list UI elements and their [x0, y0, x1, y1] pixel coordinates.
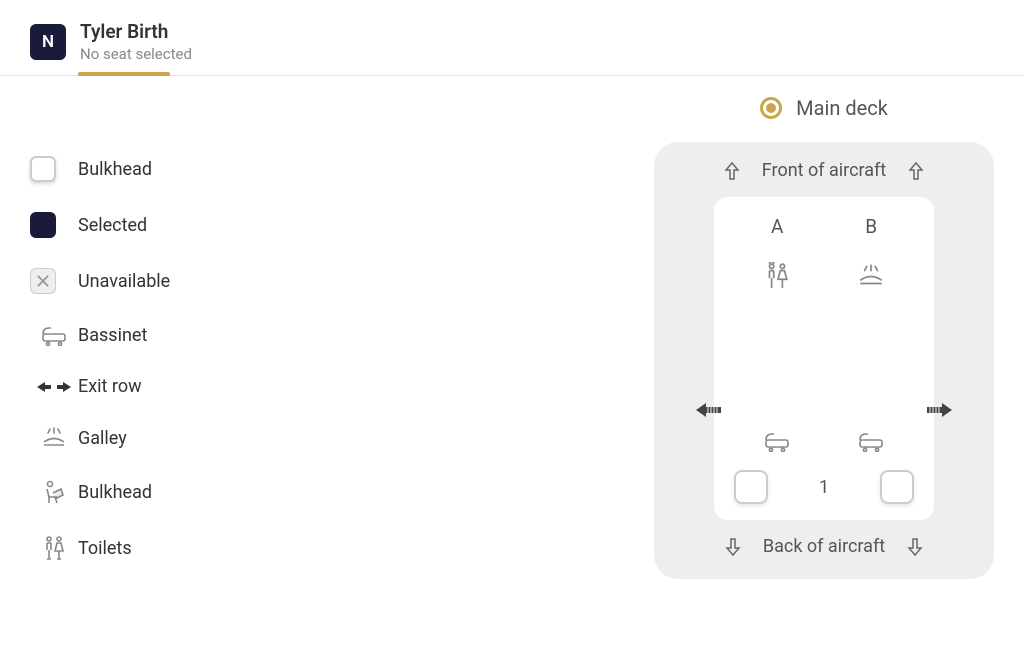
deck-radio-selected-icon: [760, 97, 782, 119]
column-headers: A B: [730, 215, 918, 238]
legend-unavailable: Unavailable: [30, 268, 420, 294]
legend-toilets-label: Toilets: [78, 538, 132, 559]
passenger-name: Tyler Birth: [80, 20, 192, 43]
galley-icon: [30, 427, 78, 449]
cabin: A B: [714, 197, 934, 520]
unavailable-swatch-icon: [30, 268, 56, 294]
bassinet-icon: [762, 430, 792, 452]
deck-selector[interactable]: Main deck: [654, 96, 994, 120]
bassinet-icon: [30, 324, 78, 346]
row-number: 1: [819, 477, 829, 498]
deck-panel: Main deck Front of aircraft A B: [654, 96, 994, 591]
toilets-icon: [763, 262, 791, 290]
column-header-b: B: [865, 215, 877, 238]
passenger-info: Tyler Birth No seat selected: [80, 20, 192, 63]
column-header-a: A: [771, 215, 783, 238]
exit-arrow-left-icon: [696, 401, 722, 419]
exit-row-icon: [30, 379, 78, 395]
back-label-text: Back of aircraft: [763, 536, 885, 557]
deck-label: Main deck: [796, 96, 888, 120]
legend-bassinet: Bassinet: [30, 324, 420, 346]
legend-selected-label: Selected: [78, 215, 147, 236]
legend-bulkhead-seat: Bulkhead: [30, 479, 420, 505]
legend-bulkhead-label: Bulkhead: [78, 159, 152, 180]
legend-toilets: Toilets: [30, 535, 420, 561]
front-label-text: Front of aircraft: [762, 160, 886, 181]
passenger-seat-status: No seat selected: [80, 45, 192, 63]
legend-exit-row: Exit row: [30, 376, 420, 397]
selected-swatch-icon: [30, 212, 56, 238]
galley-icon: [856, 262, 886, 290]
bulkhead-seat-icon: [30, 479, 78, 505]
feature-row-toilets-galley: [730, 262, 918, 290]
front-of-aircraft-label: Front of aircraft: [724, 160, 924, 181]
toilets-icon: [30, 535, 78, 561]
feature-row-bassinets: [730, 430, 918, 452]
seatmap: Front of aircraft A B: [654, 142, 994, 579]
exit-arrow-right-icon: [926, 401, 952, 419]
bulkhead-swatch-icon: [30, 156, 56, 182]
seat-1a[interactable]: [734, 470, 768, 504]
arrow-down-icon: [907, 538, 923, 556]
legend: Bulkhead Selected Unavailable Bassinet: [0, 96, 420, 591]
legend-bassinet-label: Bassinet: [78, 325, 147, 346]
passenger-header: N Tyler Birth No seat selected: [0, 0, 1024, 76]
legend-galley: Galley: [30, 427, 420, 449]
legend-bulkhead: Bulkhead: [30, 156, 420, 182]
seat-row-1: 1: [730, 470, 918, 504]
legend-bulkhead-seat-label: Bulkhead: [78, 482, 152, 503]
seat-1b[interactable]: [880, 470, 914, 504]
bassinet-icon: [856, 430, 886, 452]
back-of-aircraft-label: Back of aircraft: [725, 536, 923, 557]
arrow-down-icon: [725, 538, 741, 556]
legend-galley-label: Galley: [78, 428, 127, 449]
avatar: N: [30, 24, 66, 60]
active-tab-indicator: [78, 72, 170, 76]
arrow-up-icon: [724, 162, 740, 180]
legend-selected: Selected: [30, 212, 420, 238]
legend-exit-row-label: Exit row: [78, 376, 142, 397]
arrow-up-icon: [908, 162, 924, 180]
legend-unavailable-label: Unavailable: [78, 271, 170, 292]
